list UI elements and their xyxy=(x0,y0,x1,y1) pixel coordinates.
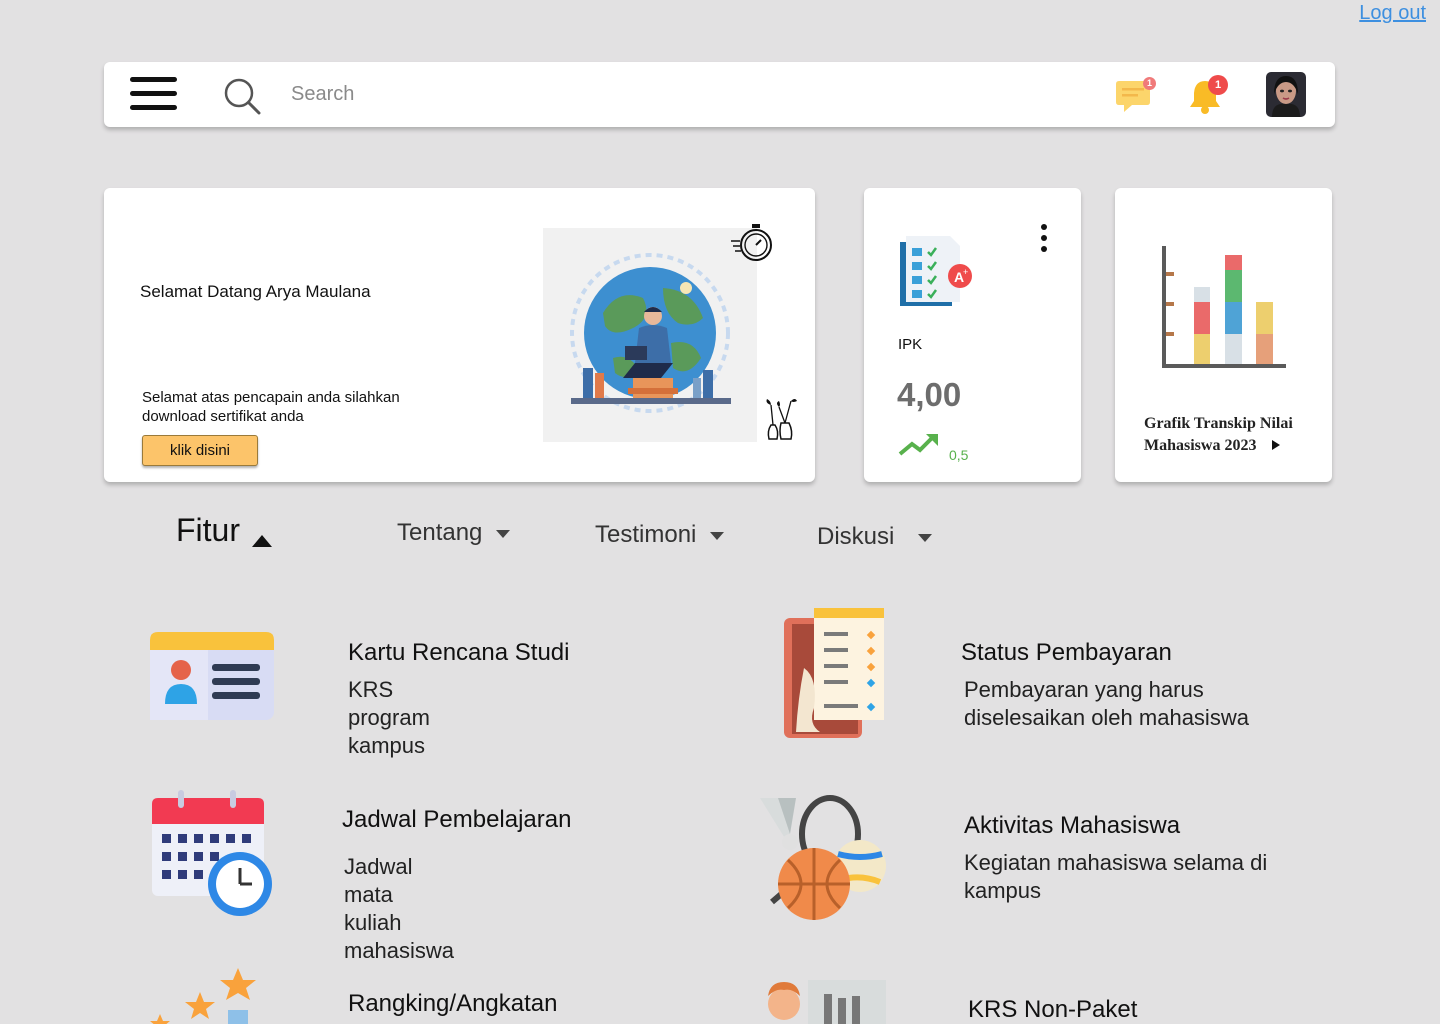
transcript-caption-line2: Mahasiswa 2023 xyxy=(1144,435,1293,457)
play-arrow-icon[interactable] xyxy=(1272,440,1281,450)
menu-icon[interactable] xyxy=(130,77,177,113)
invoice-clipboard-icon xyxy=(784,608,884,738)
student-chart-icon xyxy=(768,980,886,1024)
message-icon[interactable]: 1 xyxy=(1112,76,1160,116)
transcript-caption-line1: Grafik Transkip Nilai xyxy=(1144,415,1293,432)
plant-vase-icon xyxy=(766,399,797,440)
transcript-chart-caption: Grafik Transkip Nilai Mahasiswa 2023 xyxy=(1144,413,1293,457)
avatar[interactable] xyxy=(1266,72,1306,117)
tab-tentang-label: Tentang xyxy=(397,519,483,546)
feature-title: Kartu Rencana Studi xyxy=(348,639,570,666)
feature-desc: Jadwal mata kuliah mahasiswa xyxy=(344,854,455,963)
transcript-chart-card[interactable]: Grafik Transkip Nilai Mahasiswa 2023 xyxy=(1115,188,1332,482)
tab-diskusi-label: Diskusi xyxy=(817,523,895,550)
tab-testimoni-label: Testimoni xyxy=(595,521,697,548)
globe-student-illustration xyxy=(543,228,757,442)
caret-down-icon xyxy=(918,533,933,542)
feature-title: KRS Non-Paket xyxy=(968,996,1138,1023)
ipk-label: IPK xyxy=(898,336,923,353)
messages-badge: 1 xyxy=(1143,77,1156,90)
top-bar: 1 1 xyxy=(104,62,1335,127)
tab-tentang[interactable]: Tentang xyxy=(397,519,511,547)
sports-equipment-icon xyxy=(760,795,886,920)
welcome-title: Selamat Datang Arya Maulana xyxy=(140,282,371,301)
tab-fitur-label: Fitur xyxy=(176,512,240,548)
tab-testimoni[interactable]: Testimoni xyxy=(595,521,725,549)
notifications-badge: 1 xyxy=(1208,75,1228,95)
welcome-message: Selamat atas pencapain anda silahkan dow… xyxy=(142,389,400,425)
feature-desc: Pembayaran yang harus diselesaikan oleh … xyxy=(964,677,1249,730)
more-options-icon[interactable] xyxy=(1038,224,1050,260)
welcome-card: Selamat Datang Arya Maulana Selamat atas… xyxy=(104,188,815,482)
caret-up-icon xyxy=(252,535,272,547)
bar-chart-icon xyxy=(1162,246,1286,368)
search-input[interactable] xyxy=(291,78,891,110)
feature-desc: Kegiatan mahasiswa selama di kampus xyxy=(964,850,1268,903)
tab-fitur[interactable]: Fitur xyxy=(176,512,272,549)
stopwatch-icon xyxy=(731,224,772,261)
ipk-value: 4,00 xyxy=(897,376,962,413)
ranking-stars-icon xyxy=(150,968,256,1024)
tab-diskusi[interactable]: Diskusi xyxy=(817,523,933,551)
feature-title: Aktivitas Mahasiswa xyxy=(964,812,1181,839)
svg-text:+: + xyxy=(963,267,968,277)
trend-up-icon xyxy=(898,434,938,456)
caret-down-icon xyxy=(496,529,511,538)
logout-link[interactable]: Log out xyxy=(1359,2,1426,25)
calendar-clock-icon xyxy=(152,790,272,916)
search-icon[interactable] xyxy=(222,76,262,116)
caret-down-icon xyxy=(710,531,725,540)
transcript-caption-line2-text: Mahasiswa 2023 xyxy=(1144,437,1257,454)
feature-title: Jadwal Pembelajaran xyxy=(342,806,572,833)
notification-bell-icon[interactable]: 1 xyxy=(1187,75,1231,115)
ipk-card: A + IPK 4,00 0,5 xyxy=(864,188,1081,482)
feature-title: Status Pembayaran xyxy=(961,639,1172,666)
download-certificate-button[interactable]: klik disini xyxy=(142,435,258,466)
feature-desc: KRS program kampus xyxy=(348,677,430,758)
grade-report-icon: A + xyxy=(900,236,972,306)
ipk-delta: 0,5 xyxy=(949,447,969,463)
feature-title: Rangking/Angkatan xyxy=(348,990,558,1017)
id-card-icon xyxy=(150,632,274,720)
